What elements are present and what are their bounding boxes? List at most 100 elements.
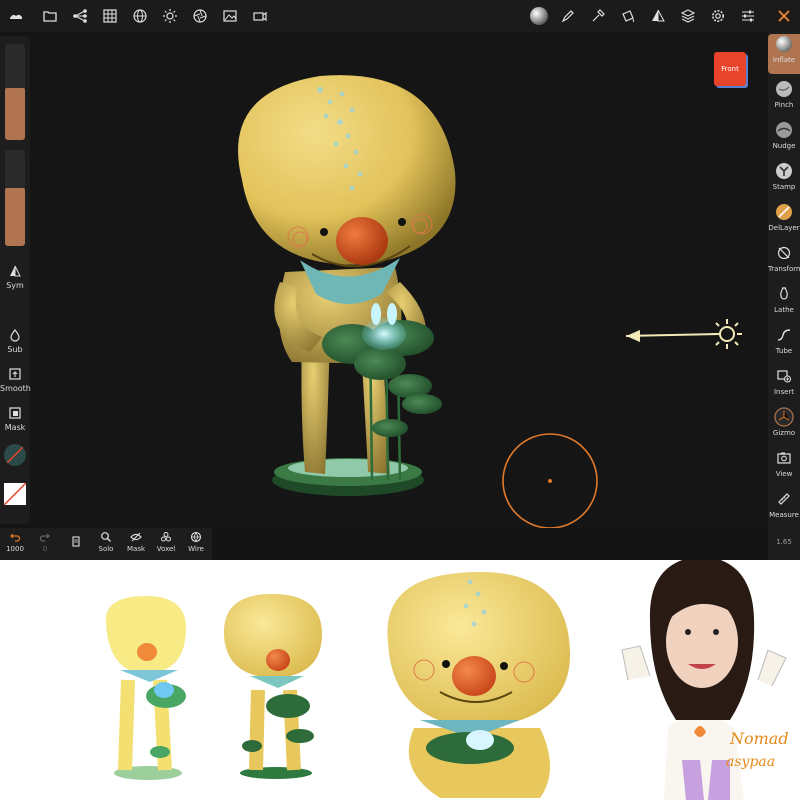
- color-swatch-primary[interactable]: [4, 444, 26, 466]
- scene-tree-icon[interactable]: [70, 6, 90, 26]
- right-tool-panel: Inflate Pinch Nudge Stamp DelLayer Trans…: [768, 32, 800, 560]
- nudge-sphere-icon: [774, 120, 794, 140]
- tools-cross-icon[interactable]: [774, 6, 794, 26]
- tool-label: Tube: [775, 347, 793, 355]
- undo-count: 1000: [6, 545, 24, 553]
- tool-label: DelLayer: [768, 224, 800, 232]
- tool-transform[interactable]: Transform: [768, 243, 800, 273]
- smooth-button[interactable]: Smooth: [0, 367, 31, 393]
- pipette-icon[interactable]: [588, 6, 608, 26]
- wireframe-icon: [190, 531, 202, 543]
- aperture-icon[interactable]: [190, 6, 210, 26]
- radius-slider-fill: [5, 88, 25, 140]
- mask-icon: [9, 407, 21, 419]
- layers-stack-button[interactable]: [66, 536, 86, 550]
- solo-button[interactable]: Solo: [94, 531, 118, 553]
- tool-measure[interactable]: Measure: [768, 489, 800, 519]
- insert-icon: [774, 366, 794, 386]
- grid-icon[interactable]: [100, 6, 120, 26]
- 3d-viewport[interactable]: [30, 32, 768, 529]
- wire-label: Wire: [188, 545, 204, 553]
- tool-label: Stamp: [772, 183, 796, 191]
- intensity-slider-fill: [5, 188, 25, 246]
- folder-icon[interactable]: [40, 6, 60, 26]
- sym-button[interactable]: Sym: [0, 264, 30, 290]
- undo-button[interactable]: 1000: [4, 531, 26, 553]
- left-panel: Sym Sub Smooth Mask: [0, 36, 31, 524]
- tool-lathe[interactable]: Lathe: [768, 284, 800, 314]
- color-swatch-secondary[interactable]: [3, 482, 27, 506]
- handwriting-nomad: Nomad: [729, 729, 789, 748]
- tool-label: Lathe: [774, 306, 794, 314]
- tool-insert[interactable]: Insert: [768, 366, 800, 396]
- redo-icon: [39, 533, 50, 542]
- mask-label: Mask: [4, 423, 26, 432]
- sun-icon[interactable]: [160, 6, 180, 26]
- inflate-sphere-icon: [774, 34, 794, 54]
- droplet-icon: [10, 329, 20, 342]
- view-cube-label: Front: [721, 65, 739, 73]
- document-icon: [72, 536, 80, 547]
- sym-label: Sym: [6, 281, 24, 290]
- voxel-button[interactable]: Voxel: [154, 531, 178, 553]
- sliders-icon[interactable]: [738, 6, 758, 26]
- brush-icon[interactable]: [558, 6, 578, 26]
- intensity-slider[interactable]: [5, 150, 25, 246]
- tool-inflate[interactable]: Inflate: [768, 34, 800, 74]
- lathe-icon: [774, 284, 794, 304]
- eye-slash-icon: [130, 532, 142, 542]
- symmetry-icon[interactable]: [648, 6, 668, 26]
- view-cube-front[interactable]: Front: [714, 52, 746, 86]
- tool-dellayer[interactable]: DelLayer: [768, 202, 800, 232]
- sub-button[interactable]: Sub: [0, 328, 30, 354]
- smooth-label: Smooth: [0, 384, 31, 393]
- tool-gizmo[interactable]: Gizmo: [768, 407, 800, 437]
- top-toolbar: [0, 0, 800, 32]
- wire-button[interactable]: Wire: [184, 531, 208, 553]
- tool-label: Gizmo: [772, 429, 796, 437]
- globe-icon[interactable]: [130, 6, 150, 26]
- settings-gear-icon[interactable]: [708, 6, 728, 26]
- dellayer-sphere-icon: [774, 202, 794, 222]
- tool-pinch[interactable]: Pinch: [768, 79, 800, 109]
- nomad-sculpt-app: Sym Sub Smooth Mask Front 1000 0 Solo Ma…: [0, 0, 800, 560]
- sculpted-character[interactable]: [30, 32, 768, 529]
- layers-icon[interactable]: [678, 6, 698, 26]
- sketch-character-1: [105, 596, 186, 780]
- stamp-sphere-icon: [774, 161, 794, 181]
- tool-label: Measure: [769, 511, 799, 519]
- tube-icon: [774, 325, 794, 345]
- mask-toggle-button[interactable]: Mask: [124, 531, 148, 553]
- search-icon: [101, 532, 111, 542]
- pinch-sphere-icon: [774, 79, 794, 99]
- material-sphere-icon[interactable]: [528, 5, 550, 27]
- tool-label: Insert: [773, 388, 795, 396]
- tool-nudge[interactable]: Nudge: [768, 120, 800, 150]
- handwriting-signature: asypaa: [726, 754, 775, 770]
- redo-button[interactable]: 0: [34, 531, 56, 553]
- bottom-bar: 1000 0 Solo Mask Voxel Wire: [0, 528, 212, 560]
- tool-tube[interactable]: Tube: [768, 325, 800, 355]
- smooth-icon: [9, 368, 21, 380]
- mask-button[interactable]: Mask: [0, 406, 30, 432]
- measure-ruler-icon: [774, 489, 794, 509]
- tool-stamp[interactable]: Stamp: [768, 161, 800, 191]
- gizmo-icon: [774, 407, 794, 427]
- voxel-label: Voxel: [156, 545, 176, 553]
- symmetry-icon: [10, 265, 21, 277]
- sketch-character-2: [224, 594, 322, 779]
- camera-icon[interactable]: [250, 6, 270, 26]
- version-label: 1.65: [776, 538, 792, 546]
- view-camera-icon: [774, 448, 794, 468]
- image-icon[interactable]: [220, 6, 240, 26]
- sub-label: Sub: [7, 345, 23, 354]
- menu-logo-icon[interactable]: [6, 6, 26, 26]
- tool-label: Transform: [768, 265, 800, 273]
- undo-icon: [10, 533, 21, 542]
- tool-label: Inflate: [772, 56, 796, 64]
- rendered-character-closeup: [387, 572, 571, 798]
- tool-view[interactable]: View: [768, 448, 800, 478]
- paint-cup-icon[interactable]: [618, 6, 638, 26]
- mask-toggle-label: Mask: [126, 545, 146, 553]
- radius-slider[interactable]: [5, 44, 25, 140]
